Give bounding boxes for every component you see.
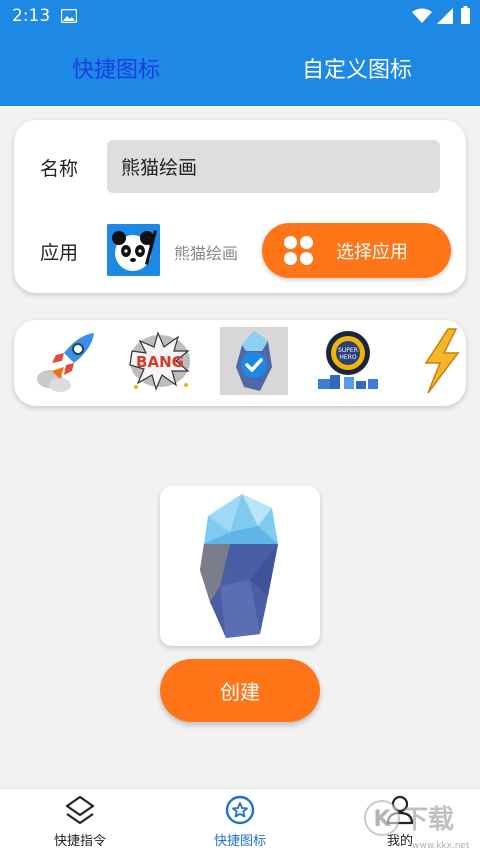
select-app-label: 选择应用 — [336, 241, 408, 263]
svg-text:HERO: HERO — [339, 354, 356, 361]
shortcuts-icon — [65, 795, 95, 825]
svg-text:下载: 下载 — [402, 805, 454, 835]
battery-icon — [461, 6, 470, 24]
tab-quick-icons[interactable]: 快捷图标 — [72, 52, 160, 84]
apps-grid-icon — [284, 235, 314, 266]
nav-item-shortcuts[interactable]: 快捷指令 — [20, 795, 140, 849]
status-time: 2:13 — [12, 6, 51, 26]
image-notification-icon — [61, 9, 77, 23]
name-input[interactable] — [107, 140, 440, 193]
svg-text:SUPER: SUPER — [338, 347, 358, 354]
signal-icon — [437, 8, 453, 24]
tab-custom-icons[interactable]: 自定义图标 — [302, 52, 412, 84]
lightning-icon[interactable] — [408, 327, 466, 395]
nav-label-shortcuts: 快捷指令 — [53, 834, 106, 849]
rocket-icon[interactable] — [34, 327, 102, 395]
iceberg-check-icon[interactable] — [220, 327, 288, 395]
superhero-icon[interactable]: SUPER HERO — [314, 327, 382, 395]
svg-text:BANG: BANG — [136, 353, 184, 371]
panda-app-icon — [107, 224, 160, 276]
status-bar: 2:13 — [0, 0, 480, 34]
shortcut-form-card: 名称 应用 熊猫绘画 选择应用 — [14, 120, 466, 293]
create-button[interactable]: 创建 — [160, 659, 320, 722]
select-app-button[interactable]: 选择应用 — [262, 223, 451, 278]
star-circle-icon — [225, 795, 255, 825]
app-label: 应用 — [40, 242, 79, 264]
icon-preview — [160, 486, 320, 646]
bang-icon[interactable]: BANG — [126, 327, 194, 395]
svg-text:www.kkx.net: www.kkx.net — [412, 841, 470, 851]
selected-app-name: 熊猫绘画 — [174, 244, 239, 263]
app-header: 2:13 快捷图标 自定义图标 — [0, 0, 480, 106]
svg-text:K: K — [373, 807, 391, 832]
nav-item-quick-icons[interactable]: 快捷图标 — [180, 795, 300, 849]
iceberg-icon — [200, 494, 278, 638]
wifi-icon — [412, 8, 432, 23]
nav-label-quick-icons: 快捷图标 — [213, 834, 266, 849]
kkx-watermark-logo: K 下载 www.kkx.net — [364, 800, 470, 851]
name-label: 名称 — [40, 158, 79, 180]
icon-picker-strip: BANG SUPER HERO — [14, 320, 466, 406]
